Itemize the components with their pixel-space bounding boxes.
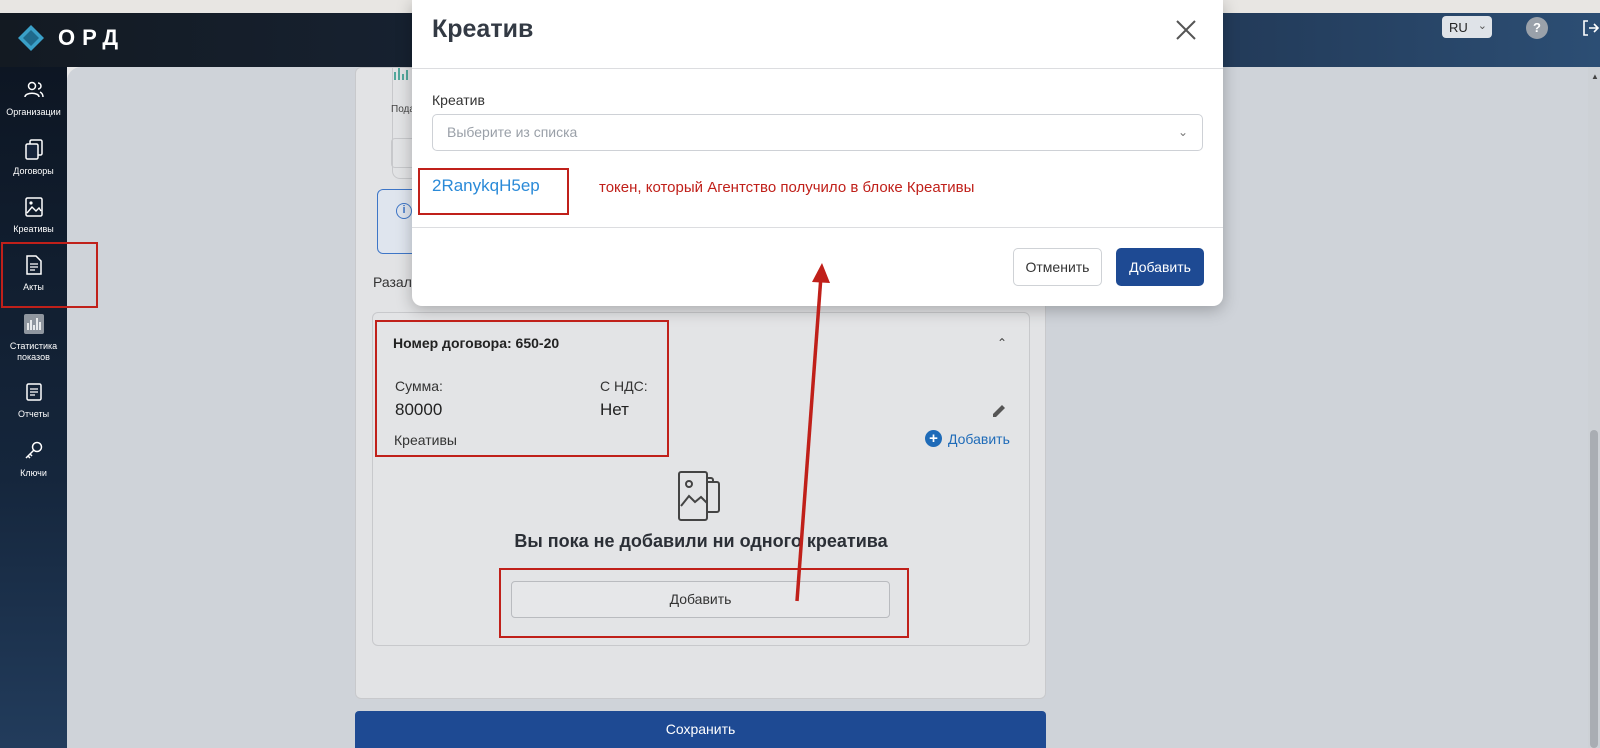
highlight-acts <box>1 242 98 308</box>
add-link-label: Добавить <box>948 430 1010 447</box>
scroll-up-icon[interactable]: ▲ <box>1591 72 1599 81</box>
report-icon <box>25 383 42 401</box>
sidebar-item-label: Организации <box>6 107 61 117</box>
sidebar-item-organizations[interactable]: Организации <box>0 79 67 118</box>
chevron-up-icon[interactable]: ⌃ <box>997 336 1007 350</box>
language-select[interactable]: RU ⌄ <box>1442 16 1492 38</box>
close-icon[interactable] <box>1174 18 1198 42</box>
add-button[interactable]: Добавить <box>1116 248 1204 286</box>
documents-icon <box>24 139 43 160</box>
sidebar-item-label: Ключи <box>20 468 47 478</box>
sidebar-item-label: Креативы <box>13 224 54 234</box>
logo[interactable]: ОРД <box>18 25 125 51</box>
creative-field-label: Креатив <box>432 92 485 108</box>
creative-select[interactable]: Выберите из списка ⌄ <box>432 114 1203 151</box>
users-icon <box>23 81 44 98</box>
chart-icon <box>394 68 408 80</box>
sidebar-item-keys[interactable]: Ключи <box>0 440 67 479</box>
modal-title: Креатив <box>432 15 534 43</box>
plus-icon: + <box>925 430 942 447</box>
sidebar-item-reports[interactable]: Отчеты <box>0 381 67 420</box>
annotation-note: токен, который Агентство получило в блок… <box>599 179 975 196</box>
chart-icon <box>23 314 44 334</box>
modal-divider <box>412 68 1223 69</box>
image-icon <box>24 197 43 217</box>
logo-mark-icon <box>18 25 44 51</box>
creatives-empty-icon <box>678 471 720 521</box>
empty-state-text: Вы пока не добавили ни одного креатива <box>514 531 888 551</box>
sidebar-item-statistics[interactable]: Статистика показов <box>0 313 67 363</box>
chevron-down-icon: ⌄ <box>1477 20 1487 32</box>
info-icon: i <box>396 203 412 219</box>
key-icon <box>24 441 42 459</box>
cancel-button[interactable]: Отменить <box>1013 248 1102 286</box>
help-icon[interactable]: ? <box>1526 17 1548 39</box>
pencil-icon[interactable] <box>990 402 1008 420</box>
language-value: RU <box>1449 19 1468 35</box>
sidebar-item-creatives[interactable]: Креативы <box>0 196 67 235</box>
sidebar-item-label: Отчеты <box>17 409 50 419</box>
scrollbar-thumb[interactable] <box>1590 430 1598 748</box>
highlight-add-button <box>499 568 909 638</box>
modal-divider <box>412 227 1223 228</box>
add-creative-link[interactable]: + Добавить <box>925 430 1010 447</box>
logout-icon[interactable] <box>1580 18 1600 38</box>
save-button[interactable]: Сохранить <box>355 711 1046 748</box>
highlight-token <box>418 168 569 215</box>
sidebar-item-label: Статистика показов <box>9 341 58 362</box>
select-placeholder: Выберите из списка <box>447 124 578 140</box>
sidebar-item-label: Договоры <box>13 166 54 176</box>
chevron-down-icon: ⌄ <box>1177 125 1188 139</box>
sidebar-item-contracts[interactable]: Договоры <box>0 138 67 177</box>
highlight-contract <box>375 320 669 457</box>
logo-text: ОРД <box>58 25 126 50</box>
section-label: Разал <box>373 274 412 290</box>
